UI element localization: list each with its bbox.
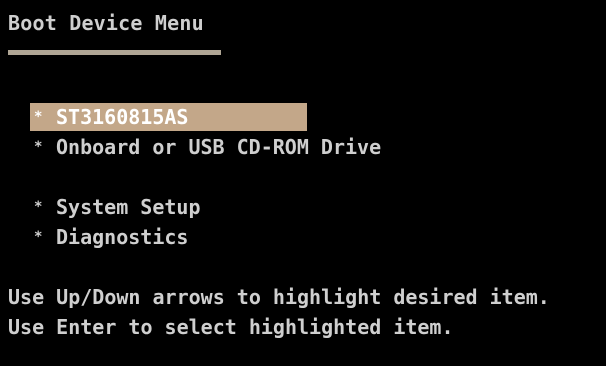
page-title: Boot Device Menu [8,11,204,35]
bullet-icon: * [34,139,43,155]
menu-item-label: ST3160815AS [56,105,189,129]
menu-item-label: Onboard or USB CD-ROM Drive [56,135,382,159]
menu-item-diagnostics[interactable]: * Diagnostics [30,223,188,251]
bullet-icon: * [34,199,43,215]
help-text-select: Use Enter to select highlighted item. [8,315,454,339]
title-underline [8,50,221,55]
menu-item-cd-rom-drive[interactable]: * Onboard or USB CD-ROM Drive [30,133,381,161]
bullet-icon: * [34,229,43,245]
boot-screen: Boot Device Menu * ST3160815AS * Onboard… [0,0,606,366]
menu-item-label: Diagnostics [56,225,189,249]
menu-item-label: System Setup [56,195,201,219]
menu-item-st3160815as[interactable]: * ST3160815AS [30,103,307,131]
menu-item-system-setup[interactable]: * System Setup [30,193,201,221]
bullet-icon: * [34,109,43,125]
help-text-navigation: Use Up/Down arrows to highlight desired … [8,285,550,309]
